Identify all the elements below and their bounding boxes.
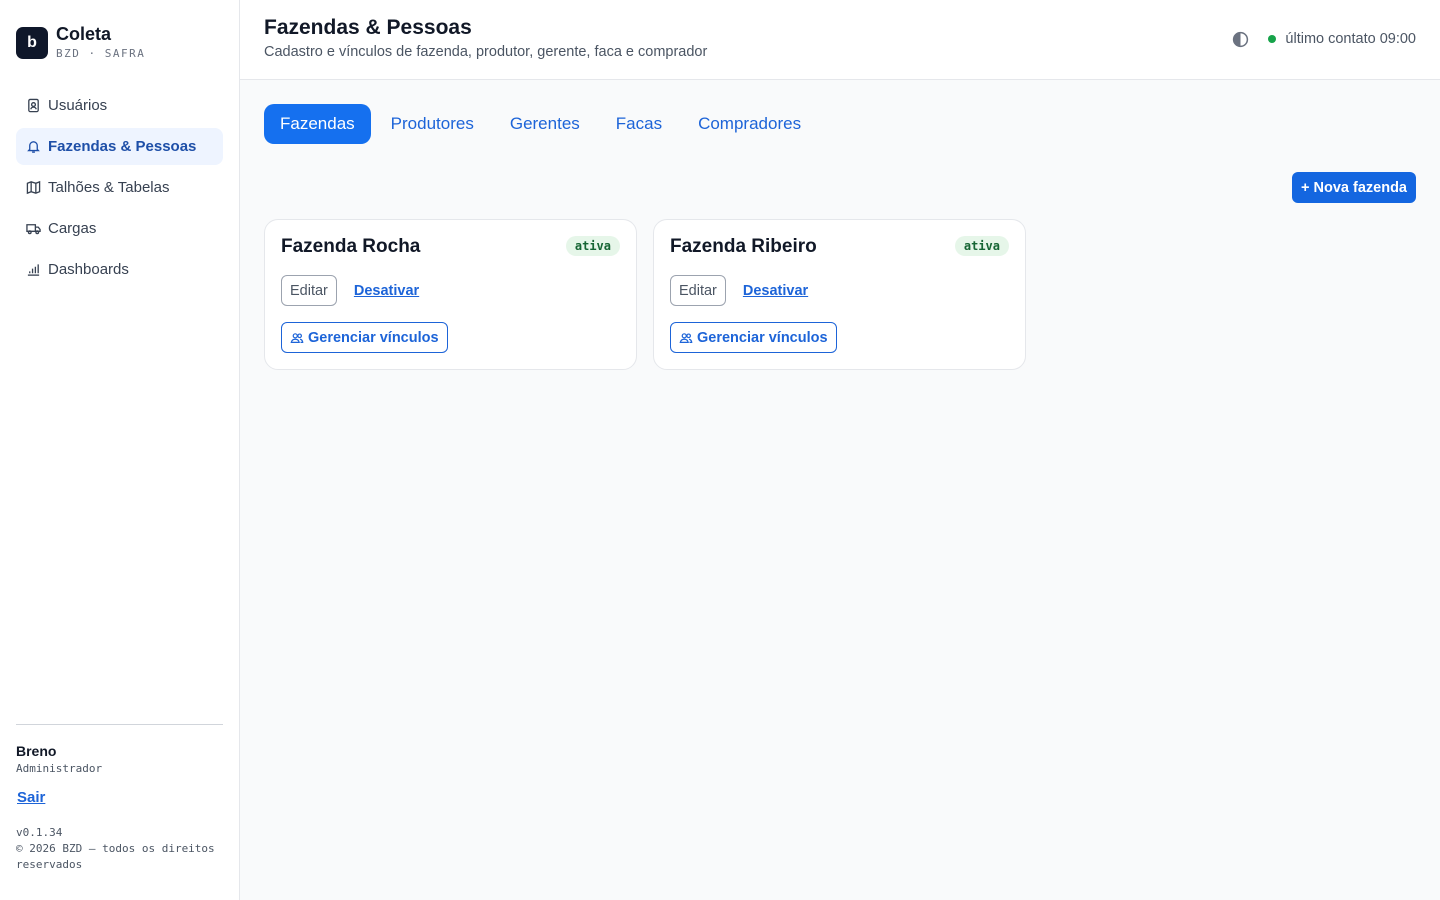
edit-button[interactable]: Editar (670, 275, 726, 306)
sidebar-item-label: Fazendas & Pessoas (48, 138, 197, 155)
deactivate-link[interactable]: Desativar (354, 283, 419, 299)
manage-links-label: Gerenciar vínculos (308, 329, 439, 346)
manage-links-button[interactable]: Gerenciar vínculos (670, 322, 837, 353)
sidebar-item-talhoes-tabelas[interactable]: Talhões & Tabelas (16, 169, 223, 206)
page-header: Fazendas & Pessoas Cadastro e vínculos d… (240, 0, 1440, 80)
last-contact-status: último contato 09:00 (1285, 31, 1416, 47)
sidebar-item-fazendas-pessoas[interactable]: Fazendas & Pessoas (16, 128, 223, 165)
sidebar-item-cargas[interactable]: Cargas (16, 210, 223, 247)
app-version: v0.1.34 (16, 826, 63, 839)
manage-links-button[interactable]: Gerenciar vínculos (281, 322, 448, 353)
page-subtitle: Cadastro e vínculos de fazenda, produtor… (264, 44, 708, 60)
farm-cards: Fazenda Rocha ativa Editar Desativar Ger… (264, 219, 1042, 370)
sidebar-item-label: Cargas (48, 220, 97, 237)
status-badge: ativa (954, 236, 1009, 256)
bell-icon (25, 139, 41, 155)
brand[interactable]: b Coleta BZD · SAFRA (16, 25, 145, 60)
deactivate-link[interactable]: Desativar (743, 283, 808, 299)
sidebar-item-dashboards[interactable]: Dashboards (16, 251, 223, 288)
user-name: Breno (16, 743, 57, 759)
truck-icon (25, 221, 41, 237)
brand-name: Coleta (56, 24, 112, 44)
user-card-icon (25, 98, 41, 114)
brand-subtitle: BZD · SAFRA (56, 47, 146, 60)
farm-card: Fazenda Ribeiro ativa Editar Desativar G… (653, 219, 1026, 370)
farm-name: Fazenda Ribeiro (670, 236, 817, 257)
theme-toggle-icon[interactable] (1230, 29, 1250, 49)
new-farm-button[interactable]: + Nova fazenda (1292, 172, 1416, 203)
tab-produtores[interactable]: Produtores (375, 104, 490, 144)
sidebar-footer: Breno Administrador Sair v0.1.34 © 2026 … (16, 724, 223, 873)
brand-logo: b (16, 26, 48, 59)
users-icon (679, 331, 693, 345)
users-icon (290, 331, 304, 345)
sidebar-item-label: Dashboards (48, 261, 129, 278)
sidebar: b Coleta BZD · SAFRA Usuários Fazendas &… (0, 0, 240, 900)
sidebar-item-usuarios[interactable]: Usuários (16, 87, 223, 124)
tab-gerentes[interactable]: Gerentes (494, 104, 596, 144)
logout-link[interactable]: Sair (17, 789, 45, 807)
tab-fazendas[interactable]: Fazendas (264, 104, 371, 144)
sidebar-nav: Usuários Fazendas & Pessoas Talhões & Ta… (16, 87, 223, 292)
copyright: © 2026 BZD — todos os direitos reservado… (16, 842, 215, 871)
farm-name: Fazenda Rocha (281, 236, 421, 257)
sidebar-item-label: Talhões & Tabelas (48, 179, 170, 196)
edit-button[interactable]: Editar (281, 275, 337, 306)
bar-chart-icon (25, 262, 41, 278)
user-role: Administrador (16, 762, 103, 775)
tab-facas[interactable]: Facas (600, 104, 678, 144)
sidebar-item-label: Usuários (48, 97, 108, 114)
entity-tabs: Fazendas Produtores Gerentes Facas Compr… (264, 104, 821, 144)
status-badge: ativa (565, 236, 620, 256)
manage-links-label: Gerenciar vínculos (697, 329, 828, 346)
tab-compradores[interactable]: Compradores (682, 104, 817, 144)
page-title: Fazendas & Pessoas (264, 16, 472, 39)
status-dot (1268, 35, 1277, 43)
farm-card: Fazenda Rocha ativa Editar Desativar Ger… (264, 219, 637, 370)
map-icon (25, 180, 41, 196)
